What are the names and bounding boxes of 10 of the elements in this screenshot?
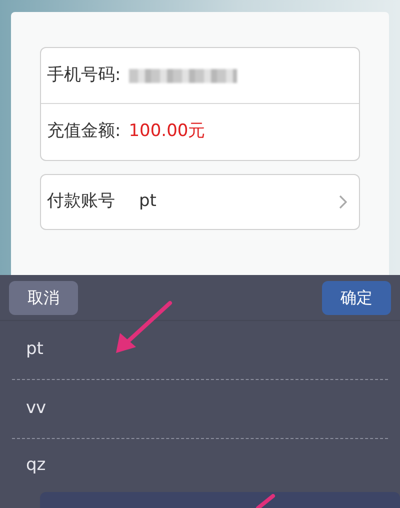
field-label: 充值金额:: [47, 120, 121, 144]
amount-value: 100.00元: [128, 120, 206, 144]
arrow-annotation-icon: [114, 299, 174, 355]
picker-option[interactable]: vv: [12, 380, 388, 439]
field-label: 手机号码:: [47, 64, 121, 87]
confirm-button[interactable]: 确定: [322, 280, 391, 314]
picker-option[interactable]: qz: [12, 439, 388, 493]
cancel-button[interactable]: 取消: [9, 280, 78, 314]
account-row[interactable]: 付款账号 pt: [40, 174, 360, 230]
chevron-right-icon: [339, 195, 347, 209]
